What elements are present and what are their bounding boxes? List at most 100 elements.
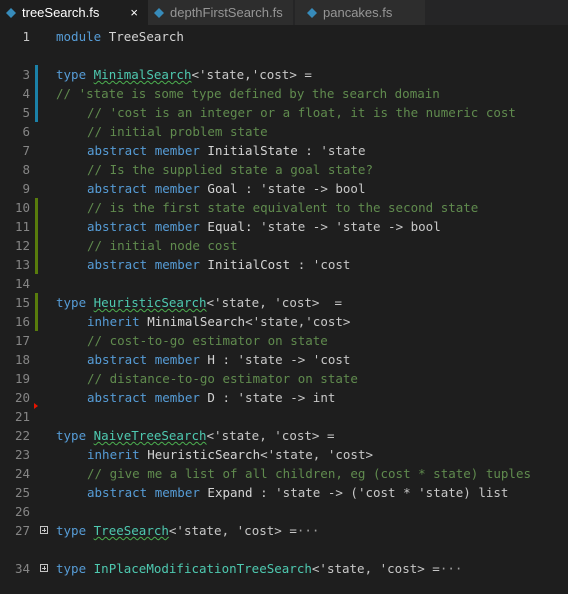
line-number: 4	[22, 86, 30, 101]
tab-label: treeSearch.fs	[22, 5, 100, 20]
code-line: 8 // Is the supplied state a goal state?	[0, 160, 568, 179]
code-line: 34 type InPlaceModificationTreeSearch<'s…	[0, 559, 568, 578]
type-name: InPlaceModificationTreeSearch	[93, 561, 312, 576]
line-number: 22	[14, 428, 30, 443]
line-number: 10	[14, 200, 30, 215]
line-number: 21	[14, 409, 30, 424]
member-signature: : 'state -> bool	[245, 181, 366, 196]
code-line: 6 // initial problem state	[0, 122, 568, 141]
code-line: 5 // 'cost is an integer or a float, it …	[0, 103, 568, 122]
type-name: TreeSearch	[93, 523, 169, 538]
line-number: 6	[22, 124, 30, 139]
type-params: <'state, 'cost> =	[311, 561, 440, 576]
line-number: 20	[14, 390, 30, 405]
code-line: 27 type TreeSearch<'state, 'cost> =···	[0, 521, 568, 540]
comment: // is the first state equivalent to the …	[87, 200, 479, 215]
type-name: HeuristicSearch	[93, 295, 207, 310]
comment: // give me a list of all children, eg (c…	[87, 466, 532, 481]
line-number: 15	[14, 295, 30, 310]
comment: // distance-to-go estimator on state	[87, 371, 358, 386]
member-signature: : 'state	[305, 143, 366, 158]
fold-expand-icon[interactable]	[40, 526, 48, 534]
keyword: abstract member	[87, 143, 200, 158]
code-line: 1 module TreeSearch	[0, 27, 568, 46]
tab-pancakes[interactable]: pancakes.fs	[295, 0, 425, 25]
code-line: 25 abstract member Expand : 'state -> ('…	[0, 483, 568, 502]
line-number: 14	[14, 276, 30, 291]
type-params: <'state, 'cost> =	[206, 428, 335, 443]
line-number: 34	[14, 561, 30, 576]
member-signature: : 'state -> 'cost	[222, 352, 351, 367]
line-number: 5	[22, 105, 30, 120]
tab-treesearch[interactable]: treeSearch.fs ×	[0, 0, 148, 25]
keyword: module	[56, 29, 102, 44]
tab-label: pancakes.fs	[323, 5, 393, 20]
code-line: 9 abstract member Goal : 'state -> bool	[0, 179, 568, 198]
keyword: abstract member	[87, 219, 200, 234]
member-name: Goal	[207, 181, 238, 196]
line-number: 13	[14, 257, 30, 272]
keyword: abstract member	[87, 181, 200, 196]
code-line: 20 abstract member D : 'state -> int	[0, 388, 568, 407]
code-line: 12 // initial node cost	[0, 236, 568, 255]
member-name: InitialCost	[207, 257, 291, 272]
member-signature: : 'cost	[297, 257, 351, 272]
line-number: 3	[22, 67, 30, 82]
line-number: 12	[14, 238, 30, 253]
code-line: 18 abstract member H : 'state -> 'cost	[0, 350, 568, 369]
code-line: 17 // cost-to-go estimator on state	[0, 331, 568, 350]
code-line: 10 // is the first state equivalent to t…	[0, 198, 568, 217]
code-line: 7 abstract member InitialState : 'state	[0, 141, 568, 160]
comment: // 'state is some type defined by the se…	[56, 86, 440, 101]
member-name: InitialState	[207, 143, 298, 158]
code-line: 24 // give me a list of all children, eg…	[0, 464, 568, 483]
comment: // cost-to-go estimator on state	[87, 333, 328, 348]
close-icon[interactable]: ×	[130, 5, 138, 20]
line-number: 8	[22, 162, 30, 177]
member-name: Equal:	[207, 219, 253, 234]
keyword: abstract member	[87, 257, 200, 272]
keyword: abstract member	[87, 352, 200, 367]
member-name: D	[207, 390, 215, 405]
code-editor[interactable]: 1 module TreeSearch 3 type MinimalSearch…	[0, 25, 568, 594]
fsharp-file-icon	[307, 7, 317, 18]
tab-bar: treeSearch.fs × depthFirstSearch.fs panc…	[0, 0, 568, 25]
type-params: <'state,'cost>	[245, 314, 351, 329]
keyword: type	[56, 561, 87, 576]
type-params: <'state, 'cost> =	[168, 523, 297, 538]
line-number: 25	[14, 485, 30, 500]
code-line: 23 inherit HeuristicSearch<'state, 'cost…	[0, 445, 568, 464]
code-line: 13 abstract member InitialCost : 'cost	[0, 255, 568, 274]
member-name: Expand	[207, 485, 253, 500]
keyword: abstract member	[87, 390, 200, 405]
inherited-type: MinimalSearch	[147, 314, 246, 329]
line-number: 19	[14, 371, 30, 386]
type-params: <'state,'cost> =	[191, 67, 312, 82]
fold-expand-icon[interactable]	[40, 564, 48, 572]
code-line: 4 // 'state is some type defined by the …	[0, 84, 568, 103]
line-number: 7	[22, 143, 30, 158]
member-signature: : 'state -> int	[222, 390, 336, 405]
type-params: <'state, 'cost>	[260, 447, 373, 462]
folded-ellipsis[interactable]: ···	[440, 561, 463, 576]
code-line: 3 type MinimalSearch<'state,'cost> =	[0, 65, 568, 84]
folded-ellipsis[interactable]: ···	[297, 523, 320, 538]
inherited-type: HeuristicSearch	[147, 447, 261, 462]
line-number: 11	[14, 219, 30, 234]
line-number: 24	[14, 466, 30, 481]
comment: // 'cost is an integer or a float, it is…	[87, 105, 516, 120]
line-number: 17	[14, 333, 30, 348]
keyword: abstract member	[87, 485, 200, 500]
fsharp-file-icon	[154, 7, 164, 18]
type-name: MinimalSearch	[93, 67, 192, 82]
line-number: 16	[14, 314, 30, 329]
keyword: type	[56, 295, 87, 310]
code-line: 16 inherit MinimalSearch<'state,'cost>	[0, 312, 568, 331]
tab-depthfirstsearch[interactable]: depthFirstSearch.fs	[148, 0, 293, 25]
code-line: 11 abstract member Equal: 'state -> 'sta…	[0, 217, 568, 236]
code-line: 22 type NaiveTreeSearch<'state, 'cost> =	[0, 426, 568, 445]
line-number: 1	[22, 29, 30, 44]
tab-label: depthFirstSearch.fs	[170, 5, 283, 20]
module-name: TreeSearch	[108, 29, 184, 44]
line-number: 23	[14, 447, 30, 462]
